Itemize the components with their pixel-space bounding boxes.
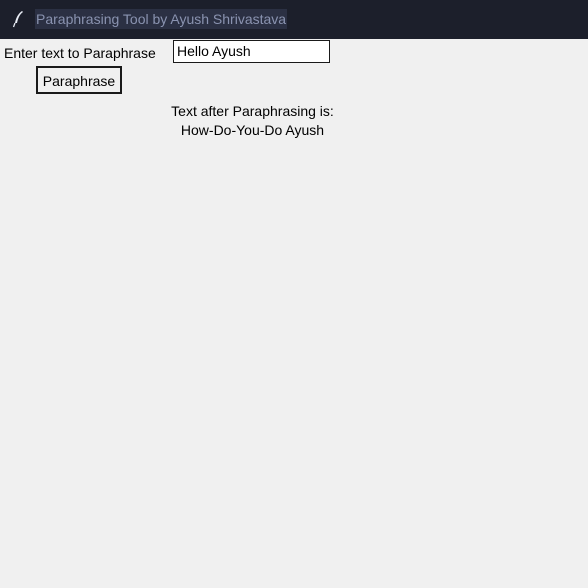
title-bar[interactable]: Paraphrasing Tool by Ayush Shrivastava [0,0,588,39]
app-window: Paraphrasing Tool by Ayush Shrivastava E… [0,0,588,588]
main-content: Enter text to Paraphrase Paraphrase Text… [0,39,588,588]
window-title: Paraphrasing Tool by Ayush Shrivastava [35,9,288,29]
paraphrase-button[interactable]: Paraphrase [36,66,122,94]
result-text: How-Do-You-Do Ayush [180,122,325,138]
input-label: Enter text to Paraphrase [4,45,156,61]
feather-icon [12,10,26,28]
text-input[interactable] [173,40,330,63]
result-label: Text after Paraphrasing is: [171,103,334,119]
